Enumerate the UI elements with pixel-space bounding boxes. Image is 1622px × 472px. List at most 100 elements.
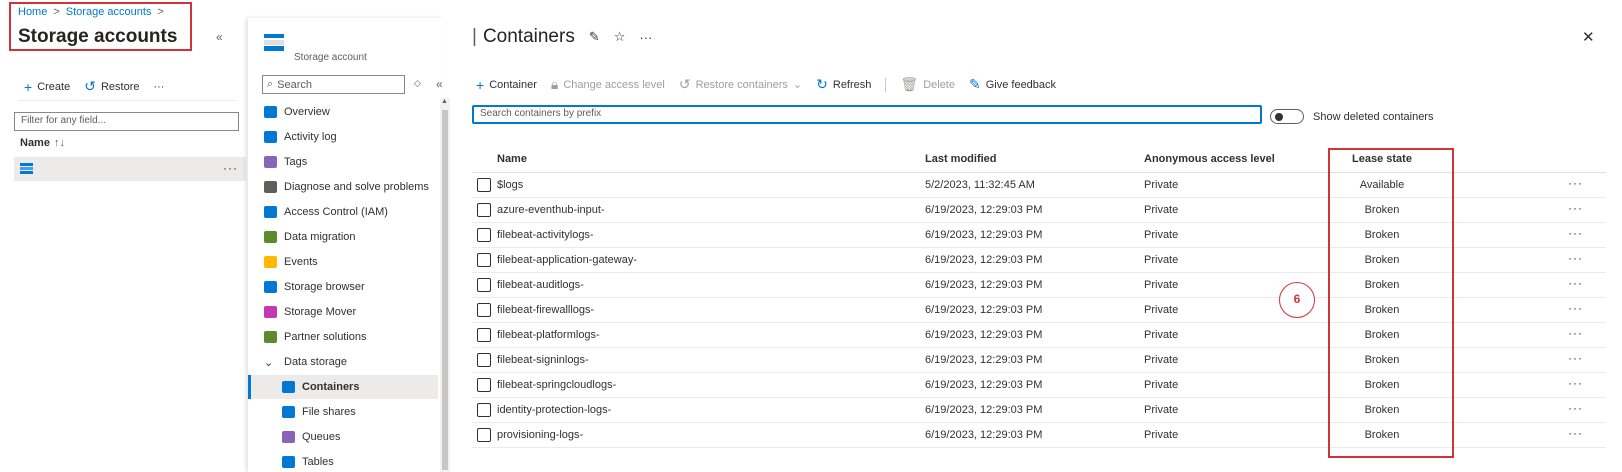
nav-item-queues[interactable]: Queues	[248, 425, 438, 449]
tag-icon	[264, 156, 277, 168]
more-options-icon[interactable]: ···	[639, 30, 652, 45]
container-name[interactable]: provisioning-logs-	[497, 429, 583, 441]
row-checkbox[interactable]	[477, 353, 491, 367]
nav-item-data-migration[interactable]: Data migration	[248, 225, 438, 249]
container-name[interactable]: filebeat-springcloudlogs-	[497, 379, 616, 391]
resource-type-label: Storage account	[294, 52, 367, 63]
containers-icon	[282, 381, 295, 393]
nav-item-containers[interactable]: Containers	[248, 375, 438, 399]
row-checkbox[interactable]	[477, 428, 491, 442]
filter-options-icon[interactable]: ◇	[414, 78, 421, 89]
create-button[interactable]: + Create	[24, 79, 70, 95]
plus-icon: +	[476, 76, 485, 93]
row-more-button[interactable]: ···	[1568, 226, 1583, 240]
filter-input[interactable]: Filter for any field...	[14, 112, 239, 131]
row-more-button[interactable]: ···	[1568, 201, 1583, 215]
row-more-button[interactable]: ···	[1568, 176, 1583, 190]
nav-group-data-storage[interactable]: ⌄ Data storage	[248, 350, 438, 374]
row-checkbox[interactable]	[477, 178, 491, 192]
storage-account-row[interactable]: ···	[14, 157, 246, 181]
row-checkbox[interactable]	[477, 303, 491, 317]
row-checkbox[interactable]	[477, 228, 491, 242]
row-checkbox[interactable]	[477, 253, 491, 267]
row-checkbox[interactable]	[477, 278, 491, 292]
row-more-button[interactable]: ···	[1568, 351, 1583, 365]
container-name[interactable]: filebeat-signinlogs-	[497, 354, 589, 366]
storage-account-icon	[264, 34, 284, 51]
container-name[interactable]: azure-eventhub-input-	[497, 204, 605, 216]
refresh-button[interactable]: ↻ Refresh	[816, 76, 871, 93]
nav-item-tables-label: Tables	[302, 456, 334, 468]
toolbar-separator	[885, 77, 887, 92]
last-modified: 6/19/2023, 12:29:03 PM	[925, 279, 1043, 291]
nav-item-partner-solutions[interactable]: Partner solutions	[248, 325, 438, 349]
nav-item-events[interactable]: Events	[248, 250, 438, 274]
nav-item-tables[interactable]: Tables	[248, 450, 438, 472]
containers-title: Containers	[482, 26, 575, 47]
column-header-last-modified[interactable]: Last modified	[925, 153, 997, 165]
nav-item-overview[interactable]: Overview	[248, 100, 438, 124]
collapse-pane-icon[interactable]: «	[216, 30, 223, 44]
row-more-button[interactable]: ···	[1568, 401, 1583, 415]
step-callout: 6	[1279, 282, 1315, 318]
nav-item-tags[interactable]: Tags	[248, 150, 438, 174]
row-checkbox[interactable]	[477, 378, 491, 392]
row-more-button[interactable]: ···	[1568, 251, 1583, 265]
trash-icon: 🗑︎	[900, 76, 919, 92]
row-checkbox[interactable]	[477, 203, 491, 217]
search-containers-input[interactable]: Search containers by prefix	[472, 105, 1262, 124]
row-checkbox[interactable]	[477, 403, 491, 417]
container-name[interactable]: filebeat-platformlogs-	[497, 329, 600, 341]
sort-icon: ↑↓	[53, 137, 65, 149]
restore-containers-button[interactable]: ↺ Restore containers ⌄	[679, 76, 802, 93]
nav-item-access-control-iam[interactable]: Access Control (IAM)	[248, 200, 438, 224]
row-more-button[interactable]: ···	[223, 161, 238, 175]
container-name[interactable]: filebeat-activitylogs-	[497, 229, 594, 241]
tables-icon	[282, 456, 295, 468]
last-modified: 6/19/2023, 12:29:03 PM	[925, 404, 1043, 416]
container-name[interactable]: filebeat-firewalllogs-	[497, 304, 594, 316]
row-more-button[interactable]: ···	[1568, 426, 1583, 440]
nav-item-diagnose-and-solve-problems[interactable]: Diagnose and solve problems	[248, 175, 438, 199]
show-deleted-toggle[interactable]	[1270, 109, 1304, 124]
main-title-area: | Containers ✎ ☆ ···	[472, 26, 652, 48]
row-checkbox[interactable]	[477, 328, 491, 342]
collapse-menu-icon[interactable]: «	[436, 77, 443, 91]
delete-button[interactable]: 🗑︎ Delete	[900, 76, 955, 93]
nav-item-storage-mover[interactable]: Storage Mover	[248, 300, 438, 324]
access-level: Private	[1144, 329, 1179, 341]
add-container-button[interactable]: + Container	[476, 77, 537, 93]
container-name[interactable]: filebeat-auditlogs-	[497, 279, 584, 291]
container-name[interactable]: $logs	[497, 179, 523, 191]
row-more-button[interactable]: ···	[1568, 326, 1583, 340]
left-toolbar: + Create ↺ Restore ···	[24, 78, 164, 95]
container-name[interactable]: identity-protection-logs-	[497, 404, 611, 416]
restore-button[interactable]: ↺ Restore	[84, 78, 139, 95]
star-icon[interactable]: ☆	[614, 29, 626, 45]
menu-search-input[interactable]: ⌕ Search	[262, 75, 405, 94]
pin-icon[interactable]: ✎	[589, 29, 600, 45]
nav-item-storage-browser-label: Storage browser	[284, 281, 365, 293]
column-header-access-level[interactable]: Anonymous access level	[1144, 153, 1275, 165]
name-column-header[interactable]: Name ↑↓	[20, 137, 65, 149]
nav-item-access-control-iam-label: Access Control (IAM)	[284, 206, 388, 218]
nav-item-storage-browser[interactable]: Storage browser	[248, 275, 438, 299]
nav-item-file-shares[interactable]: File shares	[248, 400, 438, 424]
containers-toolbar: + Container 🔒︎ Change access level ↺ Res…	[476, 76, 1056, 93]
column-header-name[interactable]: Name	[497, 153, 527, 165]
scroll-thumb[interactable]	[442, 110, 448, 470]
last-modified: 6/19/2023, 12:29:03 PM	[925, 429, 1043, 441]
close-icon[interactable]: ✕	[1582, 28, 1595, 46]
container-name[interactable]: filebeat-application-gateway-	[497, 254, 637, 266]
menu-scrollbar[interactable]: ▲	[440, 98, 450, 472]
nav-item-activity-log[interactable]: Activity log	[248, 125, 438, 149]
row-more-button[interactable]: ···	[1568, 376, 1583, 390]
row-more-button[interactable]: ···	[1568, 276, 1583, 290]
change-access-level-button[interactable]: 🔒︎ Change access level	[551, 76, 665, 93]
scroll-up-icon[interactable]: ▲	[441, 98, 448, 105]
give-feedback-button[interactable]: ✎ Give feedback	[969, 76, 1056, 93]
row-more-button[interactable]: ···	[1568, 301, 1583, 315]
more-options-button[interactable]: ···	[153, 81, 164, 93]
queues-icon	[282, 431, 295, 443]
access-level: Private	[1144, 304, 1179, 316]
